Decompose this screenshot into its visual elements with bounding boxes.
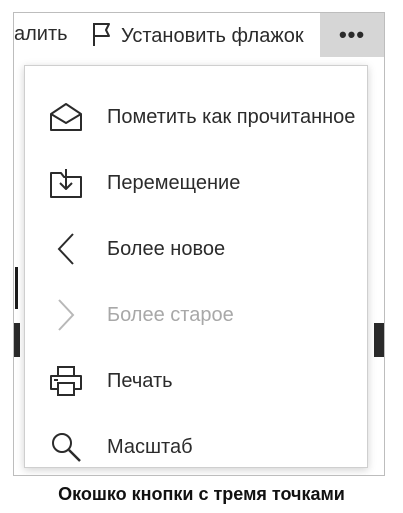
chevron-right-icon bbox=[25, 282, 107, 348]
set-flag-label: Установить флажок bbox=[121, 25, 304, 47]
menu-item-label: Пометить как прочитанное bbox=[107, 105, 356, 128]
menu-item-newer[interactable]: Более новое bbox=[25, 216, 369, 282]
menu-item-label: Более старое bbox=[107, 303, 234, 326]
printer-icon bbox=[25, 348, 107, 414]
menu-item-label: Масштаб bbox=[107, 435, 193, 458]
menu-item-move[interactable]: Перемещение bbox=[25, 150, 369, 216]
menu-item-zoom[interactable]: Масштаб bbox=[25, 414, 369, 475]
background-fragment bbox=[15, 267, 18, 309]
app-window: алить Установить флажок ••• Пометить как… bbox=[13, 12, 385, 476]
menu-item-mark-as-read[interactable]: Пометить как прочитанное bbox=[25, 84, 369, 150]
menu-item-label: Более новое bbox=[107, 237, 226, 260]
magnifier-icon bbox=[25, 414, 107, 475]
more-options-button[interactable]: ••• bbox=[320, 13, 384, 57]
flag-icon bbox=[91, 21, 113, 52]
background-fragment bbox=[374, 323, 384, 357]
menu-item-older[interactable]: Более старое bbox=[25, 282, 369, 348]
delete-button[interactable]: алить bbox=[14, 23, 68, 46]
more-dots-icon: ••• bbox=[338, 22, 366, 47]
figure-caption: Окошко кнопки с тремя точками bbox=[58, 484, 345, 504]
toolbar: алить Установить флажок ••• bbox=[14, 13, 384, 57]
menu-item-label: Перемещение bbox=[107, 171, 241, 194]
envelope-open-icon bbox=[25, 84, 107, 150]
menu-item-label: Печать bbox=[107, 369, 173, 392]
set-flag-button[interactable]: Установить флажок bbox=[91, 21, 304, 52]
chevron-left-icon bbox=[25, 216, 107, 282]
more-options-menu: Пометить как прочитанное Перемещение Бол… bbox=[24, 65, 368, 468]
background-fragment bbox=[14, 323, 20, 357]
menu-item-print[interactable]: Печать bbox=[25, 348, 369, 414]
move-to-folder-icon bbox=[25, 150, 107, 216]
